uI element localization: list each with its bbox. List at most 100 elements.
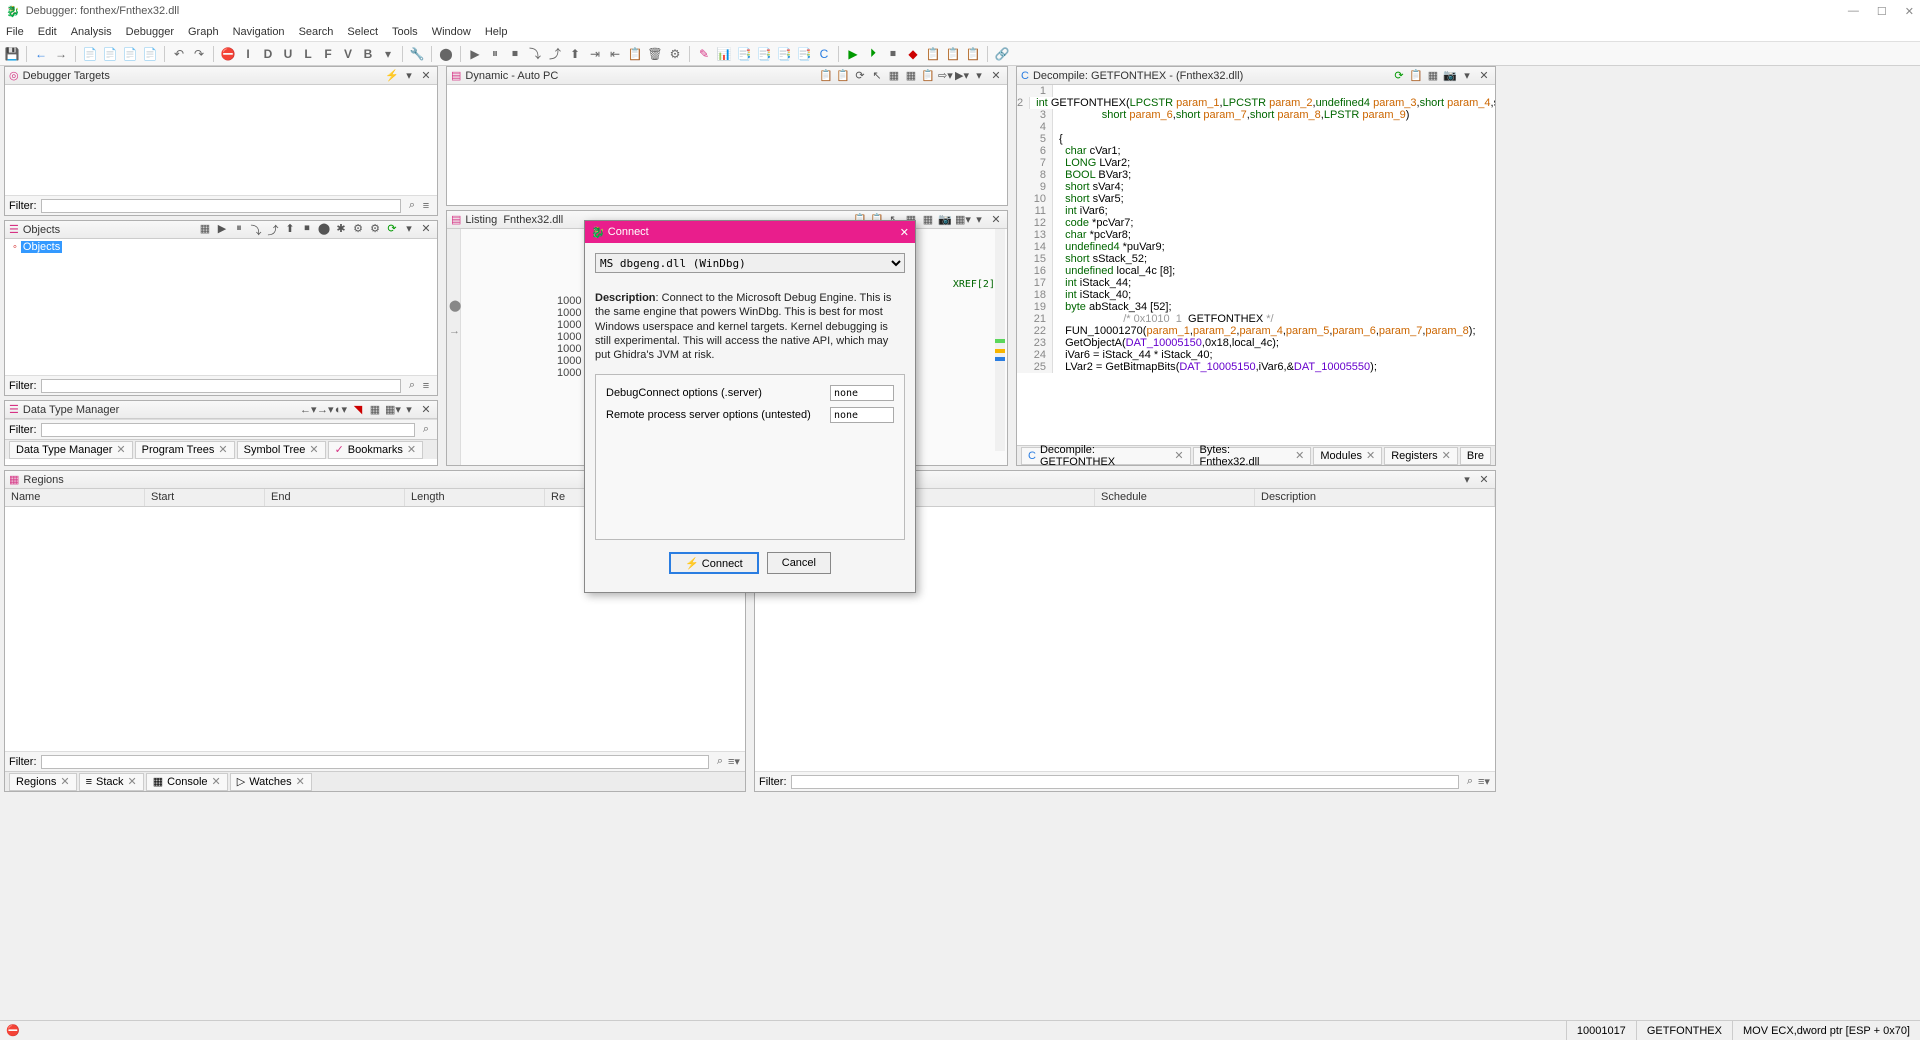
tb-icon[interactable]: 📋 [945,46,961,62]
filter-input[interactable] [41,423,416,437]
filter-input[interactable] [41,379,402,393]
letter-b[interactable]: B [360,46,376,62]
filter-icon[interactable]: ⌕ [1463,775,1477,788]
cursor-icon[interactable]: ↖ [870,69,884,82]
maximize-button[interactable]: ☐ [1877,5,1887,18]
copy-icon[interactable]: 📋 [1409,69,1423,82]
copy-icon[interactable]: 📋 [819,69,833,82]
dropdown-icon[interactable]: ▾ [1460,473,1474,486]
opt1-input[interactable] [830,385,894,401]
tb-icon[interactable]: 📋 [627,46,643,62]
filter-opts-icon[interactable]: ≡▾ [727,755,741,768]
tb-icon[interactable]: 🔧 [409,46,425,62]
filter-input[interactable] [41,755,710,769]
tab-program-trees[interactable]: Program Trees✕ [135,441,235,459]
pause-icon[interactable]: ⏸ [487,46,503,62]
menu-edit[interactable]: Edit [38,26,57,38]
menu-select[interactable]: Select [347,26,378,38]
tab-close-icon[interactable]: ✕ [218,443,227,456]
tab-bytes[interactable]: Bytes: Fnthex32.dll✕ [1193,447,1312,465]
filter-icon[interactable]: ⌕ [713,755,727,768]
col-description[interactable]: Description [1255,489,1495,506]
tb-icon[interactable]: ⚙ [667,46,683,62]
tb-icon[interactable]: ▶ [845,46,861,62]
tb-icon[interactable]: ▦ [1426,69,1440,82]
close-icon[interactable]: ✕ [419,403,433,416]
close-icon[interactable]: ✕ [419,222,433,238]
redo-icon[interactable]: ↷ [191,46,207,62]
tb-icon[interactable]: ▶▾ [955,69,969,82]
tb-icon[interactable]: 📋 [925,46,941,62]
tab-modules[interactable]: Modules✕ [1313,447,1382,465]
tb-icon[interactable]: 📄 [122,46,138,62]
connector-select[interactable]: MS dbgeng.dll (WinDbg) [595,253,905,273]
dialog-close-icon[interactable]: ✕ [900,226,909,239]
tb-icon[interactable]: ✱ [334,222,348,238]
tb-icon[interactable]: ▦ [368,403,382,416]
tb-icon[interactable]: ▶ [215,222,229,238]
letter-f[interactable]: F [320,46,336,62]
step-icon[interactable]: ⇤ [607,46,623,62]
dropdown-icon[interactable]: ▾ [972,213,986,226]
filter-opts-icon[interactable]: ≡▾ [1477,775,1491,788]
filter-icon[interactable]: ⌕ [405,199,419,212]
col-length[interactable]: Length [405,489,545,506]
tb-icon[interactable]: 📑 [776,46,792,62]
dropdown-icon[interactable]: ▾ [402,69,416,82]
forward-icon[interactable]: → [53,46,69,62]
dropdown-icon[interactable]: ▾ [402,222,416,238]
tb-icon[interactable]: C [816,46,832,62]
filter-icon[interactable]: ⌕ [405,379,419,392]
tb-icon[interactable]: ▦▾ [955,213,969,226]
filter-input[interactable] [791,775,1460,789]
connect-button[interactable]: ⚡ Connect [669,552,759,574]
tb-icon[interactable]: 📑 [756,46,772,62]
tb-icon[interactable]: 📑 [796,46,812,62]
tb-icon[interactable]: ◆ [905,46,921,62]
tab-bookmarks[interactable]: ✓Bookmarks✕ [328,441,423,459]
tb-icon[interactable]: 📄 [102,46,118,62]
tb-icon[interactable]: ⤵ [249,222,263,238]
tb-icon[interactable]: ⤴ [266,222,280,238]
dropdown-icon[interactable]: ▾ [1460,69,1474,82]
opt2-input[interactable] [830,407,894,423]
tb-icon[interactable]: 🔗 [994,46,1010,62]
filter-opts-icon[interactable]: ≡ [419,380,433,392]
save-icon[interactable]: 💾 [4,46,20,62]
step-over-icon[interactable]: ⤴ [547,46,563,62]
tb-icon[interactable]: ⬆ [283,222,297,238]
close-icon[interactable]: ✕ [419,69,433,82]
tb-icon[interactable]: ▦ [198,222,212,238]
dropdown-icon[interactable]: ▾ [380,46,396,62]
menu-navigation[interactable]: Navigation [233,26,285,38]
refresh-icon[interactable]: ⟳ [385,222,399,238]
tb-icon[interactable]: ◐▾ [334,403,348,416]
play-icon[interactable]: ▶ [467,46,483,62]
step-icon[interactable]: ⇥ [587,46,603,62]
tb-icon[interactable]: ▦▾ [385,403,399,416]
tb-icon[interactable]: ▦ [904,69,918,82]
record-icon[interactable]: ⬤ [438,46,454,62]
stop-icon[interactable]: ⛔ [220,46,236,62]
tb-icon[interactable]: 📊 [716,46,732,62]
filter-icon[interactable]: ⌕ [419,423,433,436]
tb-icon[interactable]: 📄 [82,46,98,62]
menu-tools[interactable]: Tools [392,26,418,38]
dropdown-icon[interactable]: ▾ [972,69,986,82]
tb-icon[interactable]: ⏹ [885,46,901,62]
tab-regions[interactable]: Regions✕ [9,773,77,791]
menu-search[interactable]: Search [299,26,334,38]
tab-dtm[interactable]: Data Type Manager✕ [9,441,133,459]
col-schedule[interactable]: Schedule [1095,489,1255,506]
dropdown-icon[interactable]: ▾ [402,403,416,416]
tb-icon[interactable]: ◥ [351,403,365,416]
letter-l[interactable]: L [300,46,316,62]
menu-file[interactable]: File [6,26,24,38]
step-icon[interactable]: ⤵ [527,46,543,62]
tb-icon[interactable]: 📋 [965,46,981,62]
tb-icon[interactable]: ⏹ [300,222,314,238]
filter-opts-icon[interactable]: ≡ [419,200,433,212]
col-start[interactable]: Start [145,489,265,506]
paste-icon[interactable]: 📋 [836,69,850,82]
refresh-icon[interactable]: ⟳ [1392,69,1406,82]
